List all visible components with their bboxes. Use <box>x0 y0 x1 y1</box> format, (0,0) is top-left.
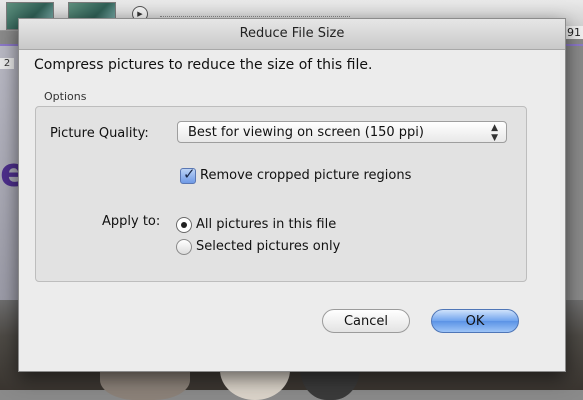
radio-all-pictures[interactable]: All pictures in this file <box>176 214 337 233</box>
dialog-title: Reduce File Size <box>19 19 565 50</box>
radio-label-all: All pictures in this file <box>196 217 337 232</box>
dialog-description: Compress pictures to reduce the size of … <box>34 57 373 73</box>
remove-cropped-checkbox[interactable]: ✓ <box>180 164 196 184</box>
picture-quality-label: Picture Quality: <box>50 126 149 141</box>
radio-label-selected: Selected pictures only <box>196 239 341 254</box>
ruler <box>160 10 350 17</box>
cancel-button[interactable]: Cancel <box>322 309 410 333</box>
radio-button[interactable] <box>176 238 192 255</box>
options-group-label: Options <box>44 90 87 103</box>
radio-selected-pictures[interactable]: Selected pictures only <box>176 236 341 255</box>
remove-cropped-row[interactable]: ✓ Remove cropped picture regions <box>180 164 412 184</box>
picture-quality-value: Best for viewing on screen (150 ppi) <box>188 125 424 140</box>
picture-quality-select[interactable]: Best for viewing on screen (150 ppi) ▲ ▼ <box>177 121 507 143</box>
checkmark-icon: ✓ <box>183 164 196 183</box>
radio-button-selected[interactable] <box>176 216 192 233</box>
apply-to-label: Apply to: <box>102 214 161 229</box>
select-arrows-icon: ▲ ▼ <box>491 123 498 143</box>
remove-cropped-label: Remove cropped picture regions <box>200 168 412 183</box>
ok-button[interactable]: OK <box>431 309 519 333</box>
background-ruler-number: 2 <box>0 58 14 69</box>
background-page-number: 91 <box>565 26 583 39</box>
